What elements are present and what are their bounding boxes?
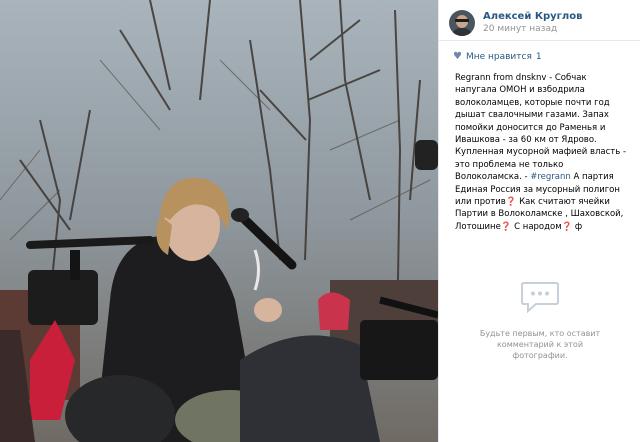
like-count: 1 xyxy=(535,51,542,62)
heart-icon: ♥ xyxy=(453,51,462,62)
post-meta: Алексей Круглов 20 минут назад xyxy=(483,10,582,36)
comment-bubble-icon xyxy=(520,280,560,314)
hashtag-link[interactable]: #regrann xyxy=(530,172,571,182)
caption-text-part1: Regrann from dnsknv - Собчак напугала ОМ… xyxy=(455,73,627,183)
like-button[interactable]: ♥ Мне нравится 1 xyxy=(439,41,640,62)
comments-empty-text: Будьте первым, кто оставит комментарий к… xyxy=(479,329,601,360)
avatar-glasses xyxy=(455,19,469,22)
post-caption: Regrann from dnsknv - Собчак напугала ОМ… xyxy=(439,62,640,233)
post-time[interactable]: 20 минут назад xyxy=(483,23,582,36)
author-name[interactable]: Алексей Круглов xyxy=(483,10,582,23)
post-header: Алексей Круглов 20 минут назад xyxy=(439,0,640,41)
photo-viewer: Алексей Круглов 20 минут назад ♥ Мне нра… xyxy=(0,0,640,442)
like-label: Мне нравится xyxy=(465,51,532,62)
avatar[interactable] xyxy=(449,10,475,36)
photo-image xyxy=(0,0,438,442)
post-sidebar: Алексей Круглов 20 минут назад ♥ Мне нра… xyxy=(438,0,640,442)
comments-empty-state: Будьте первым, кто оставит комментарий к… xyxy=(439,280,640,361)
avatar-shoulders xyxy=(451,28,473,36)
post-photo[interactable] xyxy=(0,0,438,442)
